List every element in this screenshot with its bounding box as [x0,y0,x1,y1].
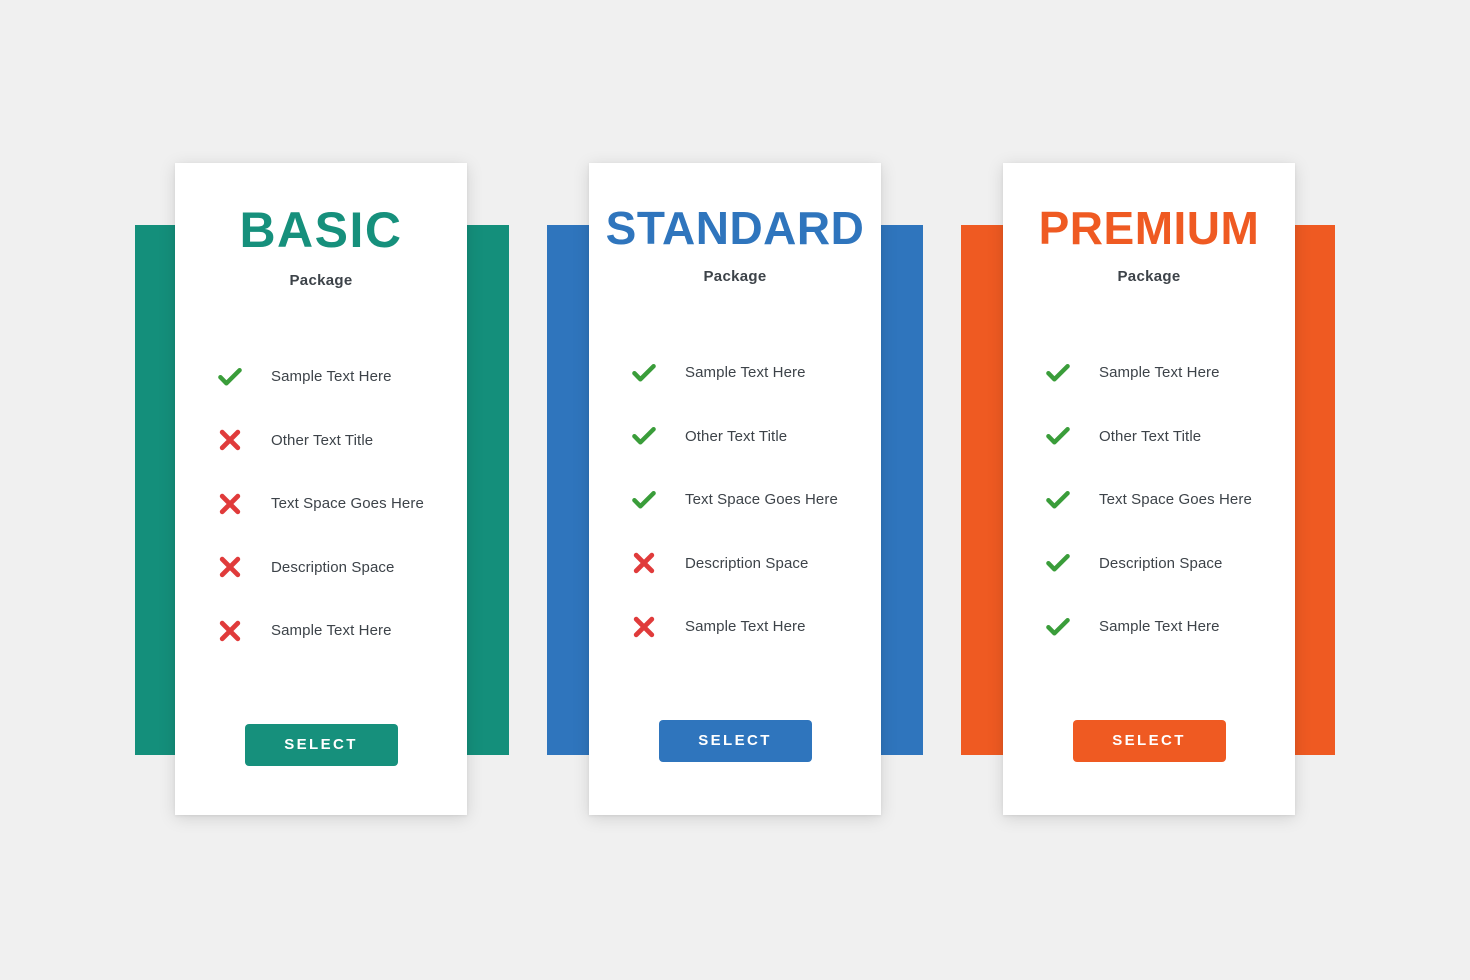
feature-row: Sample Text Here [1045,341,1273,405]
plan-subtitle-premium: Package [1117,268,1181,285]
check-icon [631,360,657,386]
feature-row: Sample Text Here [631,595,859,659]
plan-subtitle-basic: Package [289,272,353,289]
feature-label: Sample Text Here [271,622,392,640]
check-icon [1045,487,1071,513]
check-icon [1045,550,1071,576]
feature-row: Description Space [1045,532,1273,596]
feature-row: Description Space [217,536,445,600]
feature-list-premium: Sample Text Here Other Text Title Text S… [1025,341,1273,659]
select-button-premium[interactable]: SELECT [1072,719,1226,762]
pricing-card-premium[interactable]: PREMIUM Package Sample Text Here Other T… [1003,163,1295,815]
cross-icon [217,554,243,580]
select-button-standard[interactable]: SELECT [658,719,812,762]
feature-label: Text Space Goes Here [685,491,838,509]
feature-label: Sample Text Here [685,618,806,636]
feature-label: Other Text Title [1099,427,1202,445]
feature-list-basic: Sample Text Here Other Text Title Text S… [197,345,445,663]
feature-label: Description Space [685,554,809,572]
feature-label: Description Space [1099,554,1223,572]
feature-label: Sample Text Here [1099,618,1220,636]
feature-label: Description Space [271,558,395,576]
cross-icon [217,618,243,644]
cross-icon [631,614,657,640]
cross-icon [217,491,243,517]
feature-row: Description Space [631,532,859,596]
feature-row: Sample Text Here [217,599,445,663]
feature-label: Sample Text Here [271,368,392,386]
feature-row: Other Text Title [1045,405,1273,469]
feature-label: Text Space Goes Here [271,495,424,513]
feature-list-standard: Sample Text Here Other Text Title Text S… [611,341,859,659]
pricing-table: BASIC Package Sample Text Here Other Tex… [0,0,1470,980]
plan-subtitle-standard: Package [703,268,767,285]
check-icon [1045,423,1071,449]
cross-icon [217,427,243,453]
feature-row: Text Space Goes Here [217,472,445,536]
pricing-card-basic[interactable]: BASIC Package Sample Text Here Other Tex… [175,163,467,815]
select-button-basic[interactable]: SELECT [244,723,398,766]
plan-title-standard: STANDARD [605,202,865,254]
check-icon [631,423,657,449]
check-icon [1045,614,1071,640]
check-icon [631,487,657,513]
check-icon [217,364,243,390]
feature-row: Sample Text Here [631,341,859,405]
feature-row: Sample Text Here [1045,595,1273,659]
cross-icon [631,550,657,576]
feature-row: Other Text Title [631,405,859,469]
feature-label: Sample Text Here [1099,364,1220,382]
feature-row: Text Space Goes Here [1045,468,1273,532]
check-icon [1045,360,1071,386]
feature-label: Other Text Title [271,431,374,449]
plan-title-premium: PREMIUM [1038,202,1260,254]
pricing-card-standard[interactable]: STANDARD Package Sample Text Here Other … [589,163,881,815]
feature-label: Text Space Goes Here [1099,491,1252,509]
feature-row: Sample Text Here [217,345,445,409]
plan-title-basic: BASIC [239,202,403,258]
feature-row: Other Text Title [217,409,445,473]
feature-row: Text Space Goes Here [631,468,859,532]
feature-label: Other Text Title [685,427,788,445]
feature-label: Sample Text Here [685,364,806,382]
